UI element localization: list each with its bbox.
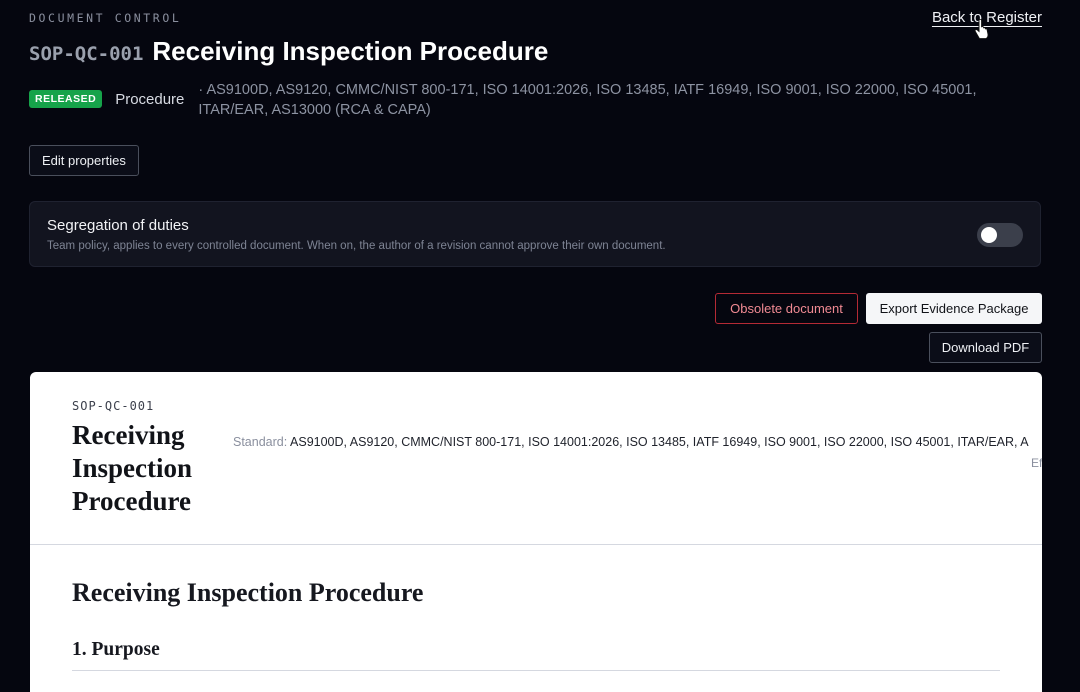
section-divider bbox=[72, 670, 1000, 671]
status-badge: RELEASED bbox=[29, 90, 103, 108]
preview-standard: Standard: AS9100D, AS9120, CMMC/NIST 800… bbox=[233, 435, 1029, 449]
document-code: SOP-QC-001 bbox=[29, 43, 144, 65]
segregation-title: Segregation of duties bbox=[47, 217, 189, 234]
preview-standard-value: AS9100D, AS9120, CMMC/NIST 800-171, ISO … bbox=[290, 435, 1029, 449]
segregation-toggle[interactable] bbox=[977, 223, 1023, 247]
document-preview: SOP-QC-001 Receiving Inspection Procedur… bbox=[30, 372, 1042, 692]
preview-section-purpose: 1. Purpose bbox=[72, 639, 160, 660]
document-title: Receiving Inspection Procedure bbox=[152, 36, 549, 66]
hand-pointer-icon bbox=[974, 19, 989, 39]
preview-document-title: Receiving Inspection Procedure bbox=[72, 420, 193, 516]
document-type: Procedure bbox=[115, 91, 185, 108]
edit-properties-button[interactable]: Edit properties bbox=[29, 145, 139, 176]
download-pdf-button[interactable]: Download PDF bbox=[929, 332, 1042, 363]
obsolete-document-button[interactable]: Obsolete document bbox=[715, 293, 858, 324]
segregation-of-duties-card: Segregation of duties Team policy, appli… bbox=[29, 201, 1041, 267]
toggle-knob bbox=[981, 227, 997, 243]
document-meta: RELEASED Procedure · AS9100D, AS9120, CM… bbox=[29, 80, 1029, 120]
preview-effective-label: Ef bbox=[1031, 456, 1042, 470]
document-preview-header: SOP-QC-001 Receiving Inspection Procedur… bbox=[30, 372, 1042, 545]
preview-standard-label: Standard: bbox=[233, 435, 288, 449]
segregation-description: Team policy, applies to every controlled… bbox=[47, 240, 666, 252]
export-evidence-package-button[interactable]: Export Evidence Package bbox=[866, 293, 1042, 324]
preview-document-code: SOP-QC-001 bbox=[72, 399, 155, 413]
title-row: SOP-QC-001 Receiving Inspection Procedur… bbox=[29, 36, 548, 67]
preview-heading: Receiving Inspection Procedure bbox=[72, 578, 424, 607]
applicable-standards: · AS9100D, AS9120, CMMC/NIST 800-171, IS… bbox=[198, 82, 977, 118]
section-label: DOCUMENT CONTROL bbox=[29, 11, 182, 25]
